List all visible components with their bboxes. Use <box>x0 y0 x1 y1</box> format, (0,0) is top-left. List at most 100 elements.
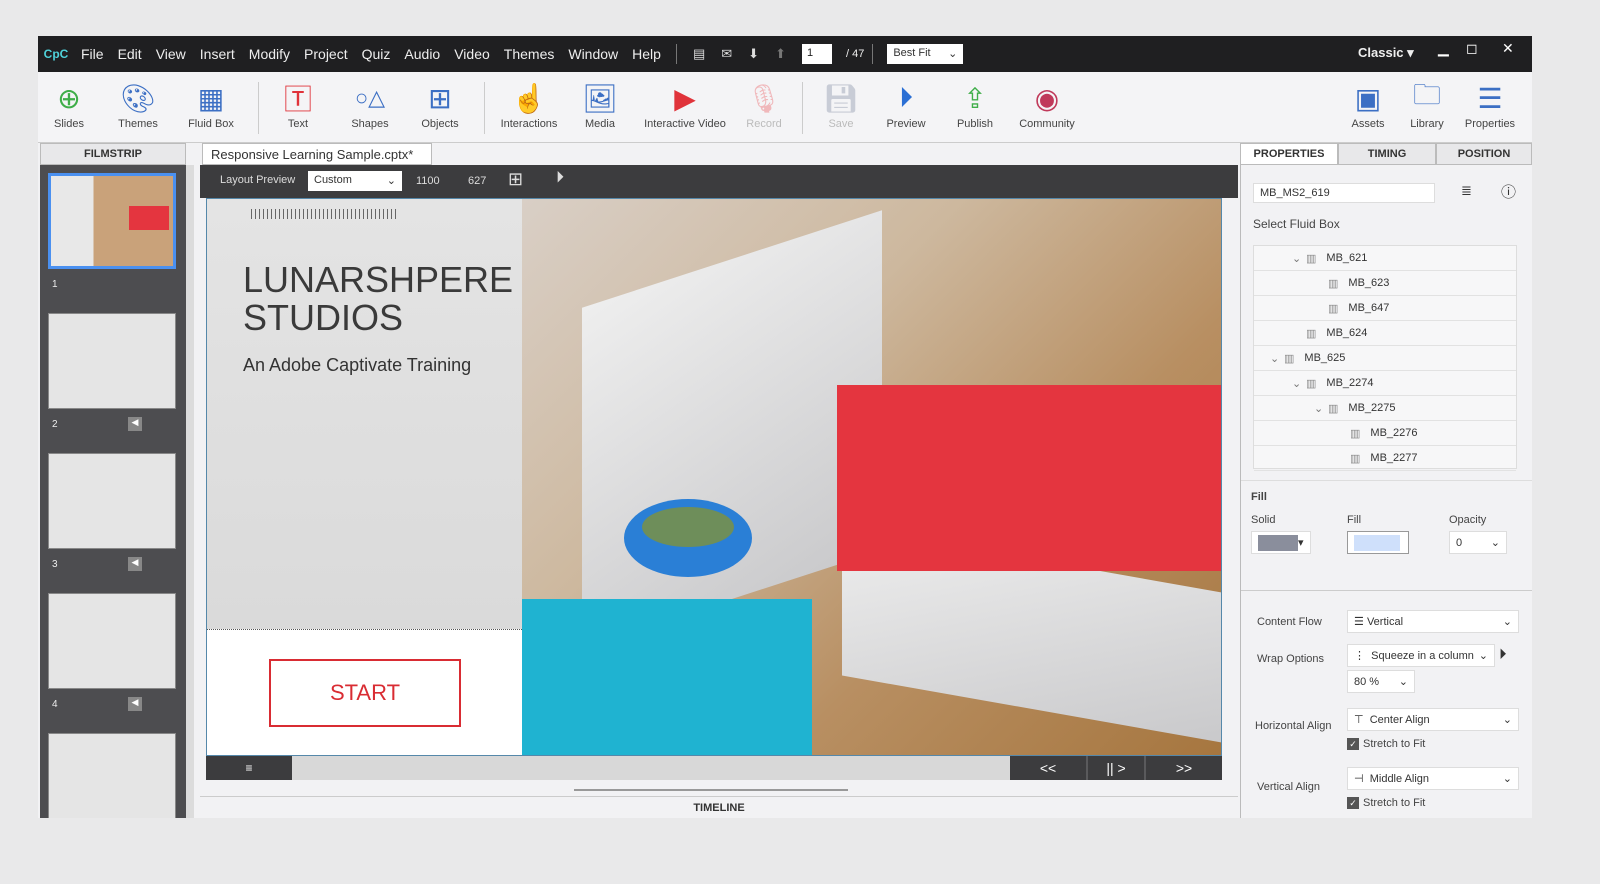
play-icon[interactable]: ⏵ <box>556 169 564 187</box>
progress-track[interactable] <box>292 756 1010 780</box>
speaker-icon[interactable]: ◀ <box>128 557 142 571</box>
width-value[interactable]: 1100 <box>416 175 440 187</box>
arrow-down-icon[interactable]: ⬇ <box>748 46 759 62</box>
menu-window[interactable]: Window <box>561 46 625 62</box>
chevron-down-icon[interactable]: ⌄ <box>1270 352 1284 365</box>
save-button[interactable]: 💾︎ Save <box>822 78 860 131</box>
tree-item-label: MB_647 <box>1348 302 1390 314</box>
text-button[interactable]: 🅃︎ Text <box>276 78 320 130</box>
slide-thumbnail-2[interactable] <box>48 313 176 409</box>
pause-next-button[interactable]: || > <box>1088 756 1144 780</box>
preview-button[interactable]: ⏵ Preview <box>882 78 930 131</box>
slide-thumbnail-1[interactable] <box>48 173 176 269</box>
object-name-input[interactable]: MB_MS2_619 <box>1253 183 1435 203</box>
help-icon[interactable]: ⓘ <box>1501 181 1516 202</box>
interactive-video-button[interactable]: ▶︎ Interactive Video <box>642 78 728 131</box>
opacity-select[interactable]: 0 ⌄ <box>1449 531 1507 554</box>
menu-modify[interactable]: Modify <box>242 46 297 62</box>
assets-button[interactable]: ▣ Assets <box>1348 78 1388 131</box>
objects-button[interactable]: ⊞ Objects <box>418 78 462 131</box>
tree-item[interactable]: ▥ MB_624 <box>1254 321 1516 346</box>
tree-item[interactable]: ⌄ ▥ MB_625 <box>1254 346 1516 371</box>
stretch-checkbox-v[interactable]: ✓ Stretch to Fit <box>1347 797 1425 809</box>
tree-item[interactable]: ⌄ ▥ MB_621 <box>1254 246 1516 271</box>
page-number-input[interactable]: 1 <box>801 44 832 64</box>
tool-label: Objects <box>421 118 459 130</box>
mail-icon[interactable]: ✉ <box>721 46 732 62</box>
vertical-align-label: Vertical Align <box>1257 781 1320 793</box>
content-flow-select[interactable]: ☰ Vertical ⌄ <box>1347 610 1519 633</box>
tree-item[interactable]: ⌄ ▥ MB_2274 <box>1254 371 1516 396</box>
menu-file[interactable]: File <box>74 46 111 62</box>
menu-view[interactable]: View <box>149 46 193 62</box>
start-button[interactable]: START <box>269 659 461 727</box>
add-breakpoint-icon[interactable]: ⊞ <box>508 169 523 190</box>
media-button[interactable]: 🖼︎ Media <box>578 78 622 131</box>
filmstrip-scrollbar[interactable] <box>186 165 194 818</box>
slides-button[interactable]: ⊕ Slides <box>48 78 90 131</box>
interactions-button[interactable]: ☝ Interactions <box>498 78 560 131</box>
menu-quiz[interactable]: Quiz <box>355 46 398 62</box>
checkbox-checked-icon[interactable]: ✓ <box>1347 797 1359 809</box>
vertical-align-select[interactable]: ⊣ Middle Align ⌄ <box>1347 767 1519 790</box>
solid-type-select[interactable]: ▾ <box>1251 531 1311 554</box>
slide-thumbnail-3[interactable] <box>48 453 176 549</box>
chevron-down-icon[interactable]: ⌄ <box>1314 402 1328 415</box>
timeline-resize-handle[interactable] <box>574 789 848 791</box>
title-fluid-box[interactable]: LUNARSHPERE STUDIOS An Adobe Captivate Tr… <box>207 199 522 629</box>
arrow-up-icon[interactable]: ⬆ <box>775 46 786 62</box>
tree-item[interactable]: ▥ MB_2277 <box>1254 446 1516 471</box>
minimize-icon[interactable]: ▁ <box>1438 40 1449 57</box>
fluid-box-button[interactable]: ▦ Fluid Box <box>182 78 240 131</box>
menu-insert[interactable]: Insert <box>193 46 242 62</box>
speaker-icon[interactable]: ◀ <box>128 417 142 431</box>
zoom-select[interactable]: Best Fit ⌄ <box>887 44 964 64</box>
tree-item[interactable]: ⌄ ▥ MB_2275 <box>1254 396 1516 421</box>
menu-icon[interactable]: ≡ <box>206 756 292 780</box>
community-button[interactable]: ◉ Community <box>1016 78 1078 131</box>
slide-thumbnail-5[interactable] <box>48 733 176 818</box>
library-button[interactable]: 🗀︎ Library <box>1408 78 1446 130</box>
rewind-button[interactable]: << <box>1010 756 1086 780</box>
tree-item[interactable]: ▥ MB_647 <box>1254 296 1516 321</box>
maximize-icon[interactable]: ◻ <box>1466 40 1478 57</box>
horizontal-align-select[interactable]: ⊤ Center Align ⌄ <box>1347 708 1519 731</box>
slide-notes-icon[interactable]: ▤ <box>693 46 705 62</box>
tree-item-label: MB_624 <box>1326 327 1368 339</box>
height-value[interactable]: 627 <box>468 175 486 187</box>
preset-select[interactable]: Custom ⌄ <box>308 171 402 191</box>
stretch-checkbox-h[interactable]: ✓ Stretch to Fit <box>1347 738 1425 750</box>
shapes-button[interactable]: ○△ Shapes <box>346 78 394 130</box>
slide-thumbnail-4[interactable] <box>48 593 176 689</box>
menu-project[interactable]: Project <box>297 46 355 62</box>
properties-button[interactable]: ☰ Properties <box>1464 78 1516 131</box>
forward-button[interactable]: >> <box>1146 756 1222 780</box>
fill-color-picker[interactable] <box>1347 531 1409 554</box>
menu-video[interactable]: Video <box>447 46 497 62</box>
menu-themes[interactable]: Themes <box>497 46 562 62</box>
menu-audio[interactable]: Audio <box>397 46 447 62</box>
list-options-icon[interactable]: ≣ <box>1461 183 1472 199</box>
publish-button[interactable]: ⇪ Publish <box>952 78 998 131</box>
tab-properties[interactable]: PROPERTIES <box>1240 143 1338 165</box>
speaker-icon[interactable]: ◀ <box>128 697 142 711</box>
menu-edit[interactable]: Edit <box>111 46 149 62</box>
document-tab[interactable]: Responsive Learning Sample.cptx* × <box>202 143 432 177</box>
wrap-options-select[interactable]: ⋮ Squeeze in a column ⌄ <box>1347 644 1495 667</box>
timeline-header[interactable]: TIMELINE <box>200 796 1238 818</box>
close-icon[interactable]: ✕ <box>1502 40 1514 57</box>
tree-item[interactable]: ▥ MB_623 <box>1254 271 1516 296</box>
play-circle-icon[interactable]: ⏵ <box>1499 646 1507 663</box>
themes-button[interactable]: 🎨︎ Themes <box>112 78 164 131</box>
wrap-percent-select[interactable]: 80 % ⌄ <box>1347 670 1415 693</box>
tree-item[interactable]: ▥ MB_2276 <box>1254 421 1516 446</box>
chevron-down-icon[interactable]: ⌄ <box>1292 377 1306 390</box>
tab-timing[interactable]: TIMING <box>1338 143 1436 165</box>
record-button[interactable]: 🎙︎ Record <box>744 78 784 131</box>
chevron-down-icon[interactable]: ⌄ <box>1292 252 1306 265</box>
thumb-red-block <box>129 206 169 230</box>
menu-help[interactable]: Help <box>625 46 668 62</box>
checkbox-checked-icon[interactable]: ✓ <box>1347 738 1359 750</box>
tab-position[interactable]: POSITION <box>1436 143 1532 165</box>
workspace-select[interactable]: Classic ▾ <box>1358 45 1414 61</box>
